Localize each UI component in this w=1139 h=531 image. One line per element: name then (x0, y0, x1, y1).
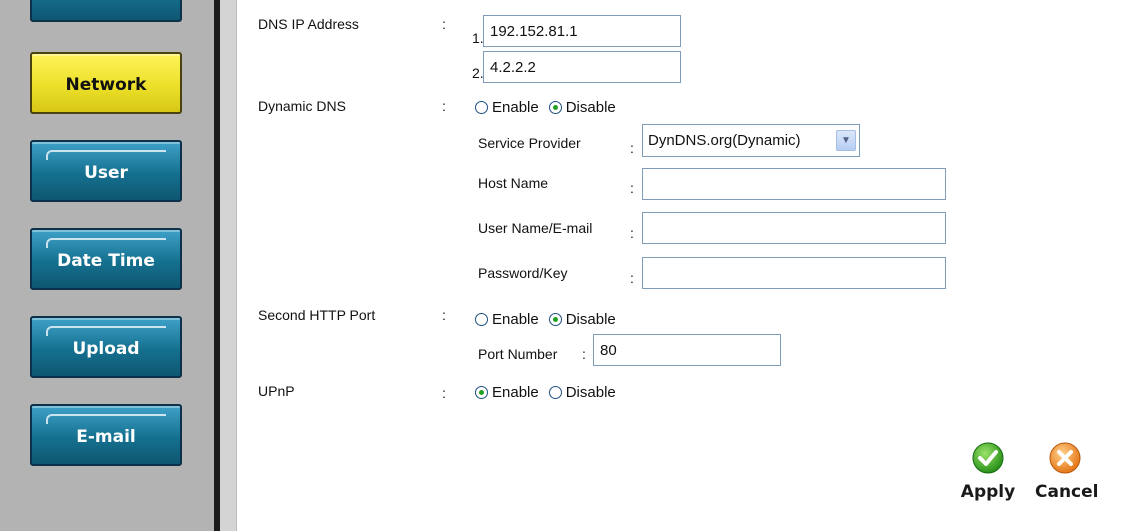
second-http-disable-radio[interactable] (548, 313, 562, 326)
radio-dot (552, 105, 558, 110)
sidebar-gutter (220, 0, 237, 531)
sidebar-item-label: Network (65, 75, 147, 95)
sidebar-item-user[interactable]: User (30, 140, 182, 202)
colon: : (442, 16, 446, 32)
port-number-label: Port Number (478, 346, 558, 362)
dynamic-dns-label: Dynamic DNS (258, 98, 346, 114)
sidebar-item-label: E-mail (76, 427, 136, 447)
upnp-enable-radio[interactable] (475, 386, 488, 399)
button-sheen (46, 326, 166, 336)
host-name-label: Host Name (478, 175, 549, 191)
sidebar-item-label: Date Time (57, 251, 155, 271)
sidebar-item-network[interactable]: Network (30, 52, 182, 114)
cancel-label: Cancel (1035, 482, 1099, 502)
sidebar-item-upload[interactable]: Upload (30, 316, 182, 378)
second-http-port-label: Second HTTP Port (258, 307, 376, 323)
second-http-disable-label: Disable (565, 311, 616, 328)
dynamic-dns-disable-label: Disable (565, 99, 616, 116)
password-input[interactable] (642, 257, 946, 289)
dynamic-dns-radio-group: Enable Disable (475, 99, 626, 116)
colon: : (630, 225, 634, 241)
sidebar: Network User Date Time Upload E-mail (0, 0, 218, 531)
colon: : (630, 270, 634, 286)
password-label: Password/Key (478, 265, 568, 281)
second-http-enable-label: Enable (492, 311, 539, 328)
cancel-button[interactable]: Cancel (1035, 442, 1099, 502)
upnp-radio-group: Enable Disable (475, 384, 626, 401)
button-sheen (46, 238, 166, 248)
apply-button[interactable]: Apply (958, 442, 1018, 502)
button-sheen (46, 414, 166, 424)
colon: : (442, 98, 446, 114)
dns-ip-label: DNS IP Address (258, 16, 359, 32)
dns-1-input[interactable] (483, 15, 681, 47)
colon: : (442, 307, 446, 323)
sidebar-item-hidden[interactable] (30, 0, 182, 22)
service-provider-select[interactable]: DynDNS.org(Dynamic) ▼ (642, 124, 860, 157)
sidebar-item-label: User (84, 163, 128, 183)
button-sheen (46, 150, 166, 160)
colon: : (442, 385, 446, 401)
upnp-enable-label: Enable (492, 384, 539, 401)
colon: : (630, 140, 634, 156)
chevron-down-icon[interactable]: ▼ (836, 130, 856, 151)
sidebar-item-label: Upload (72, 339, 140, 359)
service-provider-label: Service Provider (478, 135, 581, 151)
dns-2-input[interactable] (483, 51, 681, 83)
user-name-label: User Name/E-mail (478, 220, 593, 236)
service-provider-value: DynDNS.org(Dynamic) (648, 132, 801, 149)
sidebar-item-date-time[interactable]: Date Time (30, 228, 182, 290)
cancel-x-icon (1049, 442, 1081, 474)
upnp-disable-radio[interactable] (548, 386, 562, 399)
upnp-label: UPnP (258, 383, 295, 399)
upnp-disable-label: Disable (565, 384, 616, 401)
port-number-input[interactable] (593, 334, 781, 366)
checkmark-icon (972, 442, 1004, 474)
second-http-radio-group: Enable Disable (475, 311, 626, 328)
radio-dot (552, 317, 558, 322)
apply-label: Apply (960, 482, 1016, 502)
dns-2-number: 2. (472, 65, 484, 81)
radio-dot (479, 390, 484, 395)
dynamic-dns-enable-label: Enable (492, 99, 539, 116)
second-http-enable-radio[interactable] (475, 313, 488, 326)
sidebar-item-email[interactable]: E-mail (30, 404, 182, 466)
colon: : (630, 180, 634, 196)
host-name-input[interactable] (642, 168, 946, 200)
user-name-input[interactable] (642, 212, 946, 244)
dns-1-number: 1. (472, 30, 484, 46)
dynamic-dns-enable-radio[interactable] (475, 101, 488, 114)
dynamic-dns-disable-radio[interactable] (548, 101, 562, 114)
colon: : (582, 346, 586, 362)
